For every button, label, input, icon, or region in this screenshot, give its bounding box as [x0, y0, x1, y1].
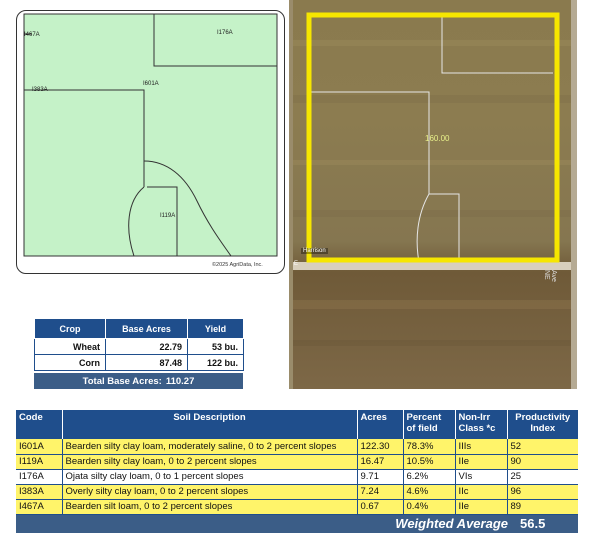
soil-table-section: Code Soil Description Acres Percent of f…: [16, 410, 578, 533]
soil-row: I601A Bearden silty clay loam, moderatel…: [16, 439, 578, 455]
soil-header-percent-line1: Percent: [406, 412, 442, 423]
soil-acres: 7.24: [357, 484, 404, 500]
map-label-i119a: I119A: [160, 213, 176, 219]
total-base-acres-label: Total Base Acres:: [82, 375, 162, 387]
soil-class: IIIs: [455, 439, 508, 455]
weighted-average-row: Weighted Average 56.5: [16, 514, 578, 533]
soil-pi: 96: [507, 484, 578, 500]
soil-percent: 0.4%: [403, 499, 456, 515]
road-east-west: [289, 262, 577, 270]
soil-code: I176A: [16, 469, 63, 485]
weighted-average-label: Weighted Average: [395, 516, 508, 531]
crop-row: Wheat 22.79 53 bu.: [34, 338, 244, 355]
soil-percent: 6.2%: [403, 469, 456, 485]
crop-yield: 53 bu.: [187, 338, 244, 355]
soil-map-graphic: [23, 13, 278, 257]
soil-table-header-row: Code Soil Description Acres Percent of f…: [16, 410, 578, 439]
soil-header-productivity: Productivity Index: [507, 410, 578, 439]
soil-code: I601A: [16, 439, 63, 455]
field-acres-label: 160.00: [425, 134, 450, 143]
total-base-acres-value: 110.27: [165, 375, 195, 387]
road-label-harrison: Harrison: [301, 248, 328, 254]
soil-map-area: [23, 13, 278, 257]
map-label-i467a: I467A: [24, 32, 40, 38]
soil-row: I119A Bearden silty clay loam, 0 to 2 pe…: [16, 454, 578, 470]
soil-header-percent-line2: of field: [406, 423, 438, 434]
soil-header-acres: Acres: [357, 410, 404, 439]
soil-description: Bearden silty clay loam, moderately sali…: [62, 439, 358, 455]
soil-description: Ojata silty clay loam, 0 to 1 percent sl…: [62, 469, 358, 485]
crop-header-yield: Yield: [187, 318, 244, 339]
crop-base-acres: 87.48: [105, 354, 188, 371]
soil-percent: 4.6%: [403, 484, 456, 500]
soil-percent: 10.5%: [403, 454, 456, 470]
soil-header-class-line2: Class *c: [458, 423, 496, 434]
soil-header-class-line1: Non-Irr: [458, 412, 491, 423]
soil-pi: 90: [507, 454, 578, 470]
crop-base-acres-table: Crop Base Acres Yield Wheat 22.79 53 bu.…: [34, 318, 244, 371]
road-label-e: E: [294, 261, 299, 267]
soil-class: IIc: [455, 484, 508, 500]
soil-map: I467A I176A I383A I601A I119A ©2025 Agri…: [16, 10, 285, 274]
weighted-average-value: 56.5: [520, 516, 546, 531]
aerial-soil-line-2: [311, 91, 430, 194]
crop-header-crop: Crop: [34, 318, 106, 339]
soil-header-description: Soil Description: [62, 410, 358, 439]
aerial-photo: 160.00 Harrison E Ave NE: [289, 0, 577, 389]
crop-table-header-row: Crop Base Acres Yield: [34, 318, 244, 339]
crop-name: Corn: [34, 354, 106, 371]
crop-header-base-acres: Base Acres: [105, 318, 188, 339]
crop-base-acres: 22.79: [105, 338, 188, 355]
soil-pi: 52: [507, 439, 578, 455]
map-copyright: ©2025 AgriData, Inc.: [212, 262, 263, 268]
soil-header-pi-line2: Index: [530, 423, 556, 434]
soil-acres: 0.67: [357, 499, 404, 515]
aerial-graphic: [289, 0, 577, 389]
crop-name: Wheat: [34, 338, 106, 355]
soil-header-pi-line1: Productivity: [515, 412, 571, 423]
soil-header-class: Non-Irr Class *c: [455, 410, 508, 439]
soil-table: Code Soil Description Acres Percent of f…: [16, 410, 578, 515]
soil-row: I467A Bearden silt loam, 0 to 2 percent …: [16, 499, 578, 515]
soil-row: I176A Ojata silty clay loam, 0 to 1 perc…: [16, 469, 578, 485]
total-base-acres: Total Base Acres: 110.27: [34, 373, 243, 389]
soil-code: I467A: [16, 499, 63, 515]
soil-header-percent: Percent of field: [403, 410, 456, 439]
soil-class: VIs: [455, 469, 508, 485]
field-texture: [289, 40, 577, 346]
soil-code: I383A: [16, 484, 63, 500]
soil-header-code: Code: [16, 410, 63, 439]
map-label-i176a: I176A: [217, 30, 233, 36]
soil-acres: 122.30: [357, 439, 404, 455]
soil-class: IIe: [455, 499, 508, 515]
map-label-i383a: I383A: [32, 87, 48, 93]
soil-description: Overly silty clay loam, 0 to 2 percent s…: [62, 484, 358, 500]
crop-yield: 122 bu.: [187, 354, 244, 371]
soil-description: Bearden silt loam, 0 to 2 percent slopes: [62, 499, 358, 515]
road-west-edge: [289, 0, 293, 389]
aerial-soil-line-4: [416, 193, 430, 263]
soil-row: I383A Overly silty clay loam, 0 to 2 per…: [16, 484, 578, 500]
map-label-i601a: I601A: [143, 81, 159, 87]
soil-description: Bearden silty clay loam, 0 to 2 percent …: [62, 454, 358, 470]
soil-acres: 16.47: [357, 454, 404, 470]
soil-code: I119A: [16, 454, 63, 470]
soil-class: IIe: [455, 454, 508, 470]
soil-pi: 25: [507, 469, 578, 485]
crop-row: Corn 87.48 122 bu.: [34, 354, 244, 371]
aerial-soil-line-3: [429, 193, 460, 262]
soil-percent: 78.3%: [403, 439, 456, 455]
road-label-ave-ne: Ave NE: [543, 270, 557, 282]
soil-acres: 9.71: [357, 469, 404, 485]
road-north-south: [571, 0, 577, 389]
soil-pi: 89: [507, 499, 578, 515]
